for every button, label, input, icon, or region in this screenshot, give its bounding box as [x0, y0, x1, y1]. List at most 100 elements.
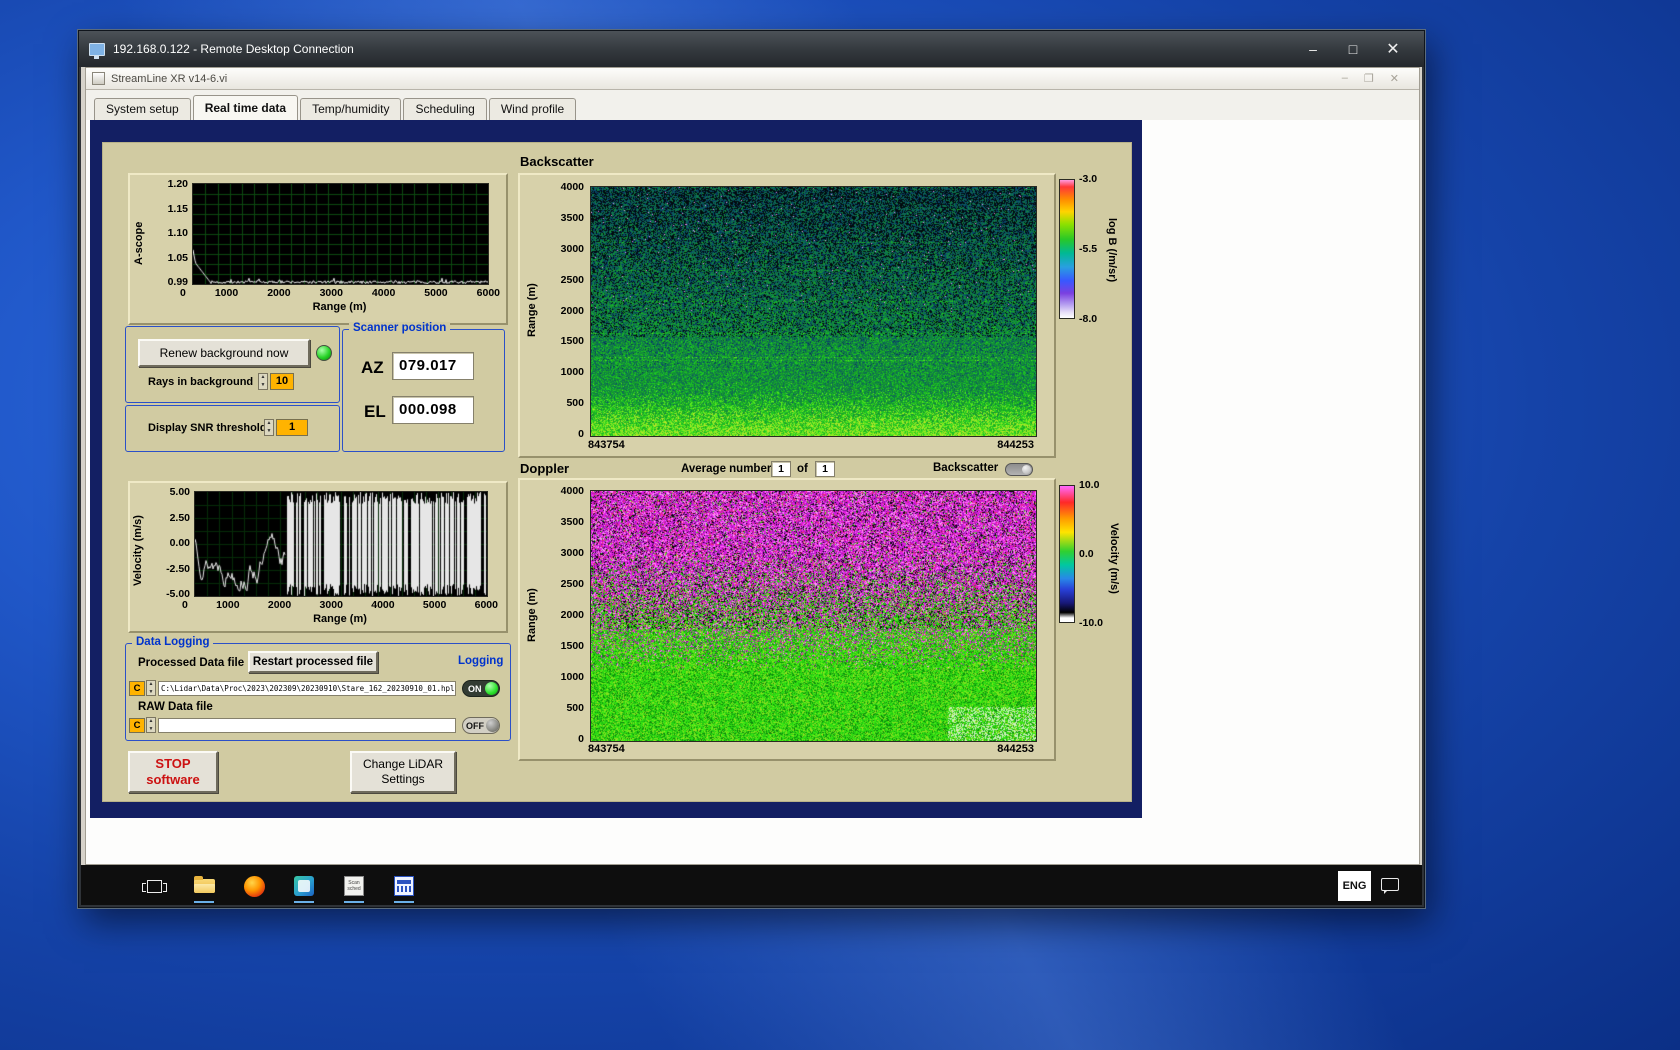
app-button-teal[interactable] — [289, 867, 319, 905]
backscatter-title: Backscatter — [520, 154, 594, 169]
firefox-icon — [244, 876, 265, 897]
file-explorer-button[interactable] — [189, 867, 219, 905]
velocity-y-axis-label: Velocity (m/s) — [132, 501, 144, 601]
tick-label: 1500 — [561, 335, 584, 347]
task-view-icon — [147, 880, 162, 893]
tick-label: 3000 — [561, 243, 584, 255]
rdp-minimize-button[interactable]: – — [1300, 41, 1326, 57]
velocity-x-axis-label: Range (m) — [194, 613, 486, 625]
raw-drive-selector[interactable]: C — [129, 718, 145, 733]
tick-label: 1.05 — [168, 252, 188, 264]
tick-label: 1.15 — [168, 203, 188, 215]
rays-value-field[interactable]: 10 — [270, 373, 294, 390]
rdp-titlebar[interactable]: 192.168.0.122 - Remote Desktop Connectio… — [79, 31, 1424, 67]
velocity-x-ticks: 0100020003000400050006000 — [182, 599, 498, 611]
doppler-colorbar — [1059, 485, 1075, 623]
logging-label: Logging — [458, 655, 503, 667]
tick-label: 2500 — [561, 274, 584, 286]
ascope-x-axis-label: Range (m) — [192, 301, 487, 313]
tab-temp-humidity[interactable]: Temp/humidity — [300, 98, 401, 120]
notification-icon[interactable] — [1381, 878, 1399, 891]
task-view-button[interactable] — [139, 867, 169, 905]
app-titlebar[interactable]: StreamLine XR v14-6.vi – ❐ ✕ — [86, 68, 1419, 90]
app-restore-button[interactable]: ❐ — [1364, 72, 1374, 85]
language-indicator[interactable]: ENG — [1338, 871, 1371, 901]
file-explorer-icon — [194, 879, 215, 893]
vi-app-button[interactable] — [389, 867, 419, 905]
app-minimize-button[interactable]: – — [1342, 72, 1348, 85]
stop-software-button[interactable]: STOP software — [128, 751, 218, 793]
el-value-field[interactable]: 000.098 — [392, 396, 474, 424]
backscatter-display-toggle[interactable] — [1005, 463, 1033, 476]
snr-threshold-label: Display SNR threshold — [148, 422, 267, 434]
tab-system-setup[interactable]: System setup — [94, 98, 191, 120]
average-total-field[interactable]: 1 — [815, 461, 835, 477]
scanner-position-group: Scanner position AZ 079.017 EL 000.098 — [342, 329, 505, 452]
background-led — [316, 345, 332, 361]
rdp-window-title: 192.168.0.122 - Remote Desktop Connectio… — [113, 42, 354, 56]
raw-path-browse-button[interactable]: ▲▼ — [146, 717, 156, 733]
remote-desktop-icon — [89, 43, 105, 56]
rdp-maximize-button[interactable]: □ — [1340, 41, 1366, 57]
tick-label: 0 — [182, 599, 188, 611]
app-window: StreamLine XR v14-6.vi – ❐ ✕ System setu… — [85, 67, 1420, 865]
velocity-graph — [194, 491, 488, 597]
tick-label: 6000 — [477, 287, 500, 299]
tick-label: 3500 — [561, 516, 584, 528]
average-number-field[interactable]: 1 — [771, 461, 791, 477]
tick-label: 4000 — [561, 181, 584, 193]
remote-desktop-area: StreamLine XR v14-6.vi – ❐ ✕ System setu… — [81, 67, 1422, 905]
tick-label: 3500 — [561, 212, 584, 224]
tick-label: 3000 — [320, 287, 343, 299]
tick-label: -2.50 — [166, 563, 190, 575]
doppler-panel: Range (m) 400035003000250020001500100050… — [518, 478, 1056, 761]
front-panel-background: A-scope 1.201.151.101.050.99 01000200030… — [90, 120, 1142, 818]
firefox-button[interactable] — [239, 867, 269, 905]
ascope-panel: A-scope 1.201.151.101.050.99 01000200030… — [128, 173, 508, 325]
tick-label: 2000 — [267, 287, 290, 299]
rays-in-background-label: Rays in background — [148, 376, 253, 388]
tick-label: 5000 — [423, 599, 446, 611]
tick-label: 0 — [578, 428, 584, 440]
snr-value-field[interactable]: 1 — [276, 419, 308, 436]
tab-real-time-data[interactable]: Real time data — [193, 95, 298, 120]
raw-logging-toggle[interactable]: OFF — [462, 717, 500, 734]
average-number-label: Average number — [681, 463, 771, 475]
scan-scheduler-button[interactable]: Scan sched — [339, 867, 369, 905]
doppler-x-start: 843754 — [588, 743, 625, 755]
backscatter-panel: Range (m) 400035003000250020001500100050… — [518, 173, 1056, 458]
taskbar: Scan sched ENG — [81, 865, 1422, 905]
processed-logging-toggle[interactable]: ON — [462, 680, 500, 697]
rays-spinner[interactable]: ▲▼ — [258, 373, 268, 390]
renew-background-button[interactable]: Renew background now — [138, 339, 310, 367]
tick-label: 0 — [578, 733, 584, 745]
app-close-button[interactable]: ✕ — [1390, 72, 1399, 85]
backscatter-x-start: 843754 — [588, 439, 625, 451]
doppler-y-axis-label: Range (m) — [526, 575, 538, 655]
ascope-graph — [192, 183, 489, 285]
velocity-y-ticks: 5.002.500.00-2.50-5.00 — [152, 486, 190, 600]
snr-spinner[interactable]: ▲▼ — [264, 419, 274, 436]
az-value-field[interactable]: 079.017 — [392, 352, 474, 380]
processed-drive-selector[interactable]: C — [129, 681, 145, 696]
processed-path-field[interactable]: C:\Lidar\Data\Proc\2023\202309\20230910\… — [158, 681, 456, 696]
backscatter-colorbar-label: log B (/m/sr) — [1106, 185, 1118, 315]
tick-label: 1500 — [561, 640, 584, 652]
tick-label: 0.00 — [170, 537, 190, 549]
tab-wind-profile[interactable]: Wind profile — [489, 98, 576, 120]
tick-label: 1.20 — [168, 178, 188, 190]
restart-processed-file-button[interactable]: Restart processed file — [248, 651, 378, 673]
labview-vi-icon — [92, 72, 105, 85]
tick-label: 4000 — [371, 599, 394, 611]
raw-path-field[interactable] — [158, 718, 456, 733]
rdp-window: 192.168.0.122 - Remote Desktop Connectio… — [78, 30, 1425, 908]
processed-path-browse-button[interactable]: ▲▼ — [146, 680, 156, 696]
change-lidar-settings-button[interactable]: Change LiDAR Settings — [350, 751, 456, 793]
tick-label: 0 — [180, 287, 186, 299]
rdp-close-button[interactable]: ✕ — [1380, 39, 1406, 59]
tick-label: 6000 — [475, 599, 498, 611]
tick-label: 2000 — [561, 305, 584, 317]
tick-label: -3.0 — [1079, 173, 1111, 185]
tab-scheduling[interactable]: Scheduling — [403, 98, 486, 120]
tick-label: 500 — [566, 397, 584, 409]
